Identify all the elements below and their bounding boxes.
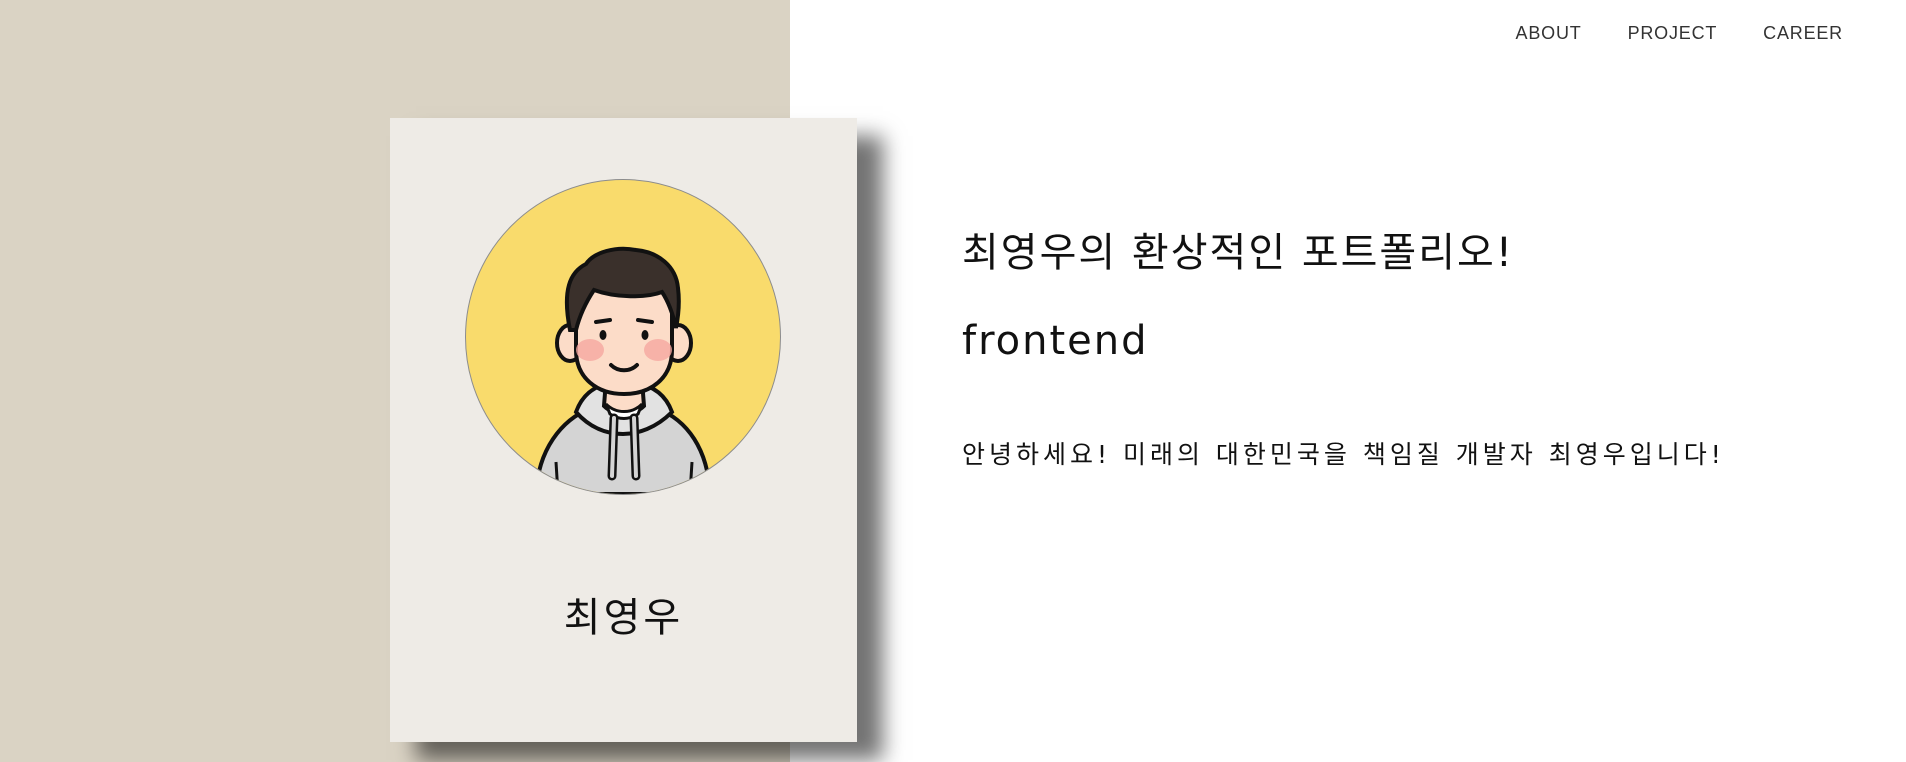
profile-name: 최영우 — [563, 595, 684, 641]
nav-project-link[interactable]: PROJECT — [1628, 23, 1718, 44]
nav-about-link[interactable]: ABOUT — [1516, 23, 1582, 44]
nav-career-link[interactable]: CAREER — [1763, 23, 1843, 44]
page-title: 최영우의 환상적인 포트폴리오! — [962, 230, 1514, 276]
avatar — [465, 179, 781, 495]
profile-card: 최영우 — [390, 118, 857, 742]
intro-text: 안녕하세요! 미래의 대한민국을 책임질 개발자 최영우입니다! — [962, 440, 1725, 469]
portfolio-page: ABOUT PROJECT CAREER 최영우 최영우의 환상적인 포트폴리오… — [0, 0, 1906, 762]
top-nav: ABOUT PROJECT CAREER — [1516, 23, 1843, 44]
role-label: frontend — [962, 318, 1149, 364]
user-avatar-illustration-icon — [533, 246, 713, 494]
